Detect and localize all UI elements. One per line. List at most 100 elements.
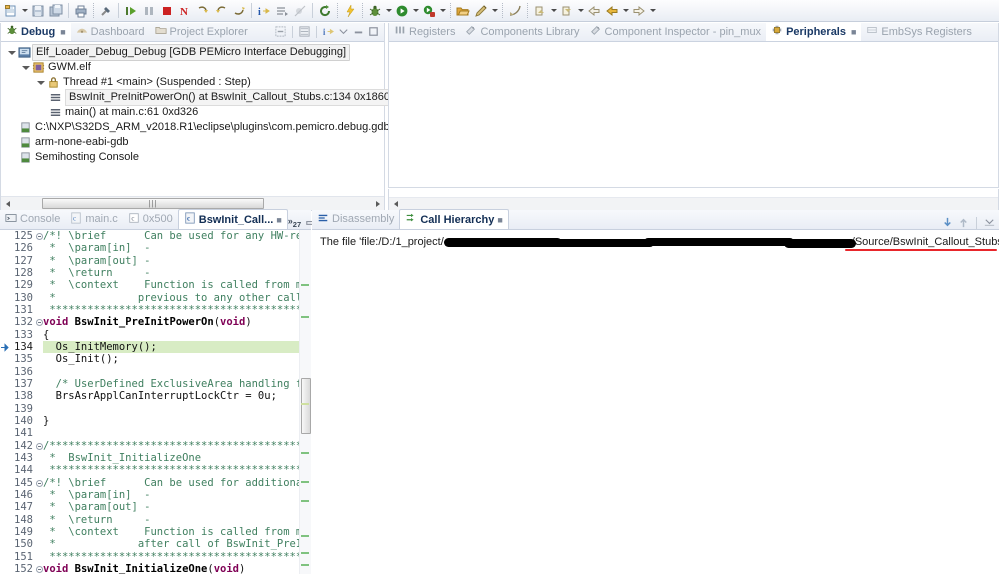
tab-components-library[interactable]: Components Library xyxy=(460,22,584,41)
external-tools-dropdown-arrow-icon[interactable] xyxy=(438,2,447,20)
editor-marker-column[interactable] xyxy=(0,230,9,574)
disconnect-n-icon[interactable]: N xyxy=(176,2,194,20)
code-line[interactable]: void BswInit_PreInitPowerOn(void) xyxy=(43,316,299,328)
scroll-thumb[interactable]: ||| xyxy=(42,198,264,209)
code-editor[interactable]: 125 126 127 128 129 130 131 132 133 134 135 136 137 1… xyxy=(0,230,311,574)
next-annotation-icon[interactable] xyxy=(531,2,549,20)
code-line[interactable]: /*! \brief Can be used for any HW-relate… xyxy=(43,230,311,242)
pencil-dropdown-arrow-icon[interactable] xyxy=(490,2,499,20)
step-return-icon[interactable] xyxy=(230,2,248,20)
editor-overview-ruler[interactable] xyxy=(299,230,311,574)
back-arrow-active-icon[interactable] xyxy=(603,2,621,20)
code-line[interactable] xyxy=(43,366,299,378)
suspend-pause-icon[interactable] xyxy=(140,2,158,20)
tab-debug[interactable]: Debug ■ xyxy=(1,22,71,41)
tab-embsys-registers[interactable]: EmbSys Registers xyxy=(861,22,976,41)
restart-arrow-icon[interactable] xyxy=(316,2,334,20)
step-over-icon[interactable] xyxy=(212,2,230,20)
fold-cell[interactable] xyxy=(35,316,43,328)
twisty-icon[interactable] xyxy=(34,76,47,89)
code-line[interactable]: * \param[in] - xyxy=(43,489,299,501)
back-arrow-icon[interactable] xyxy=(585,2,603,20)
editor-code-text[interactable]: /*! \brief Can be used for any HW-relate… xyxy=(43,230,311,574)
code-line[interactable]: BrsAsrApplCanInterruptLockCtr = 0u; xyxy=(43,390,299,402)
tab-console[interactable]: Console xyxy=(0,209,65,229)
code-line[interactable]: Os_InitMemory(); xyxy=(43,340,299,354)
minimize-view-icon[interactable] xyxy=(352,25,365,38)
fold-cell[interactable] xyxy=(35,563,43,574)
twisty-icon[interactable] xyxy=(19,61,32,74)
code-line[interactable]: * \param[out] - xyxy=(43,501,299,513)
run-green-icon[interactable] xyxy=(393,2,411,20)
tree-row-gdb-process-1[interactable]: C:\NXP\S32DS_ARM_v2018.R1\eclipse\plugin… xyxy=(3,120,469,135)
code-line[interactable]: void BswInit_InitializeOne(void) xyxy=(43,563,299,574)
tree-row-gdb-process-2[interactable]: arm-none-eabi-gdb xyxy=(3,135,384,150)
tab-dashboard[interactable]: Dashboard xyxy=(71,22,150,41)
code-line[interactable]: * \context Function is called from main-… xyxy=(43,526,311,538)
fold-collapse-icon[interactable] xyxy=(36,233,43,240)
code-line[interactable]: ****************************************… xyxy=(43,464,311,476)
peripherals-content[interactable] xyxy=(389,42,998,187)
tree-row-stack-frame-selected[interactable]: BswInit_PreInitPowerOn() at BswInit_Call… xyxy=(3,89,401,106)
close-icon[interactable]: ■ xyxy=(497,215,502,225)
editor-folding-column[interactable] xyxy=(35,230,43,574)
debug-dropdown-arrow-icon[interactable] xyxy=(384,2,393,20)
printer-icon[interactable] xyxy=(72,2,90,20)
fold-cell[interactable] xyxy=(35,440,43,452)
back-dropdown-arrow-icon[interactable] xyxy=(621,2,630,20)
tree-row-launch-config[interactable]: Elf_Loader_Debug_Debug [GDB PEMicro Inte… xyxy=(3,44,384,61)
code-line[interactable]: /*! \brief Can be used for additional ne… xyxy=(43,477,309,489)
close-icon[interactable]: ■ xyxy=(276,215,281,225)
close-icon[interactable]: ■ xyxy=(851,27,856,37)
previous-annotation-dropdown-arrow-icon[interactable] xyxy=(576,2,585,20)
fold-cell[interactable] xyxy=(35,477,43,489)
fold-collapse-icon[interactable] xyxy=(36,319,43,327)
debug-view-horizontal-scrollbar[interactable]: ||| xyxy=(1,196,384,210)
drop-to-frame-icon[interactable] xyxy=(273,2,291,20)
call-hierarchy-content[interactable]: The file 'file:/D:/1_project/ /Source/Bs… xyxy=(312,230,999,574)
code-line[interactable]: * \param[out] - xyxy=(43,255,299,267)
skip-breakpoints-icon[interactable] xyxy=(291,2,309,20)
code-line[interactable]: { xyxy=(43,329,299,341)
code-line[interactable]: * \param[in] - xyxy=(43,242,299,254)
tab-bswinit-callout-stubs[interactable]: c BswInit_Call... ■ xyxy=(177,209,288,229)
tab-main-c[interactable]: c main.c xyxy=(65,209,122,229)
forward-dropdown-arrow-icon[interactable] xyxy=(648,2,657,20)
external-tools-icon[interactable] xyxy=(420,2,438,20)
code-line[interactable]: * \context Function is called from main-… xyxy=(43,279,311,291)
fold-collapse-icon[interactable] xyxy=(36,479,43,487)
step-into-icon[interactable] xyxy=(194,2,212,20)
resume-play-icon[interactable] xyxy=(122,2,140,20)
code-line[interactable]: Os_Init(); xyxy=(43,353,299,365)
code-line[interactable]: ****************************************… xyxy=(43,304,311,316)
tab-component-inspector[interactable]: Component Inspector - pin_mux xyxy=(585,22,767,41)
run-dropdown-arrow-icon[interactable] xyxy=(411,2,420,20)
bug-icon[interactable] xyxy=(366,2,384,20)
forward-arrow-icon[interactable] xyxy=(630,2,648,20)
tree-row-semihosting-console[interactable]: Semihosting Console xyxy=(3,150,384,165)
view-menu-icon[interactable] xyxy=(983,216,996,229)
fold-collapse-icon[interactable] xyxy=(36,442,43,450)
collapse-down-icon[interactable] xyxy=(941,216,954,229)
collapse-all-icon[interactable] xyxy=(274,25,287,38)
code-line[interactable]: * previous to any other call. xyxy=(43,292,308,304)
code-line[interactable]: /* UserDefined ExclusiveArea handling fo… xyxy=(43,378,311,390)
tab-call-hierarchy[interactable]: Call Hierarchy ■ xyxy=(399,209,509,229)
tab-registers[interactable]: Registers xyxy=(389,22,460,41)
tab-disassembly[interactable]: Disassembly xyxy=(312,209,399,229)
maximize-view-icon[interactable] xyxy=(367,25,380,38)
tab-peripherals[interactable]: Peripherals ■ xyxy=(766,22,862,41)
tab-overflow-button[interactable]: »27 xyxy=(288,216,301,229)
terminate-stop-icon[interactable] xyxy=(158,2,176,20)
step-into-selection-icon[interactable]: i xyxy=(322,25,335,38)
code-line[interactable]: * after call of BswInit_PreInitPov xyxy=(43,538,311,550)
lightning-icon[interactable] xyxy=(341,2,359,20)
open-perspective-icon[interactable] xyxy=(454,2,472,20)
previous-annotation-icon[interactable] xyxy=(558,2,576,20)
save-icon[interactable] xyxy=(29,2,47,20)
code-line[interactable]: * \return - xyxy=(43,514,299,526)
search-swoosh-icon[interactable] xyxy=(506,2,524,20)
code-line[interactable]: } xyxy=(43,415,299,427)
tab-project-explorer[interactable]: Project Explorer xyxy=(150,22,253,41)
code-line[interactable] xyxy=(43,427,299,439)
